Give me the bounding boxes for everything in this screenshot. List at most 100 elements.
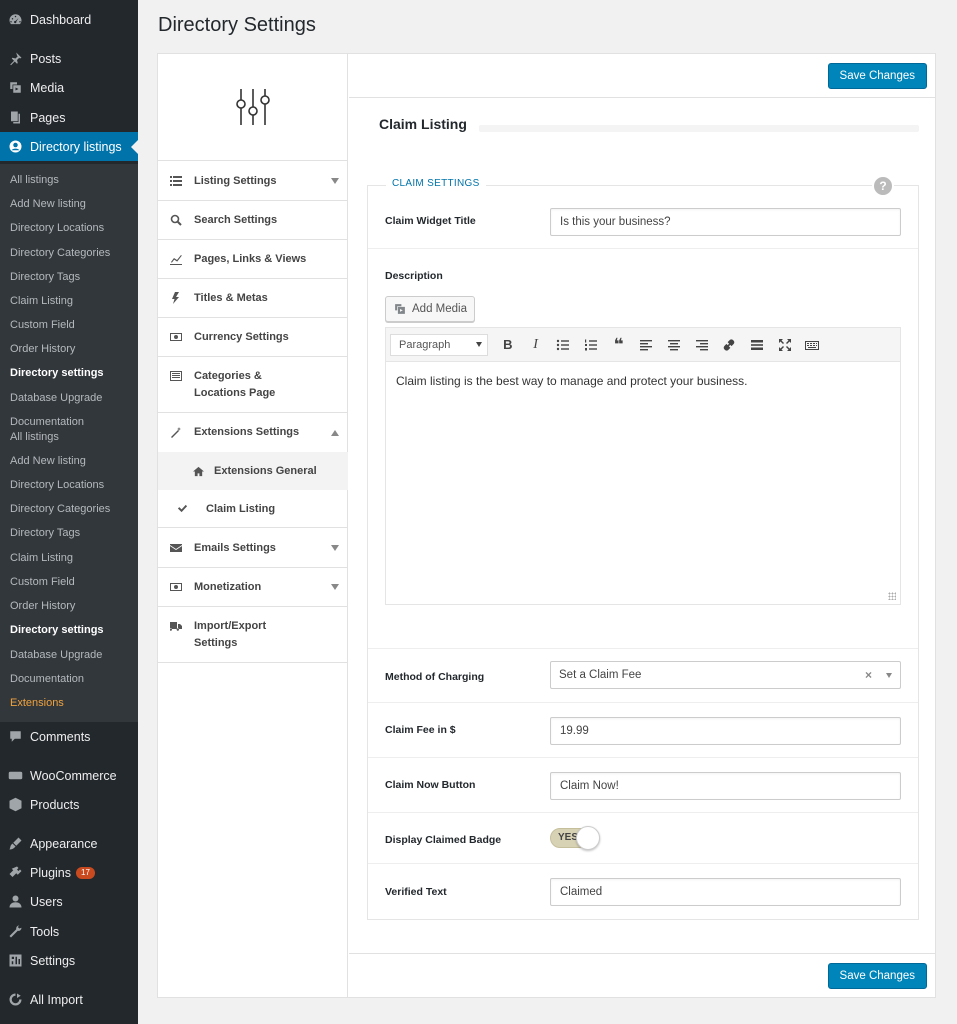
nav-pages-links-views[interactable]: Pages, Links & Views	[158, 240, 348, 279]
media-icon	[395, 304, 405, 314]
submenu-item[interactable]: Documentation	[10, 672, 84, 686]
toolbar-toggle-button[interactable]	[799, 334, 827, 356]
appearance-icon	[0, 836, 30, 851]
field-label: Claim Now Button	[385, 779, 476, 791]
settings-content: Save Changes Claim Listing CLAIM SETTING…	[349, 54, 935, 997]
menu-media[interactable]: Media	[0, 73, 138, 102]
nav-extensions-settings[interactable]: Extensions Settings	[158, 413, 348, 452]
clear-selection-icon[interactable]: ×	[865, 668, 872, 682]
field-label: Claim Fee in $	[385, 724, 456, 736]
nav-extensions-general[interactable]: Extensions General	[158, 452, 348, 490]
submenu-item[interactable]: Directory Categories	[10, 246, 110, 260]
submenu-item[interactable]: Directory Categories	[10, 502, 110, 516]
nav-listing-settings[interactable]: Listing Settings	[158, 162, 348, 201]
nav-categories-locations[interactable]: Categories & Locations Page	[158, 357, 348, 413]
woocommerce-icon	[0, 768, 30, 783]
submenu-item[interactable]: Database Upgrade	[10, 648, 102, 662]
nav-currency-settings[interactable]: Currency Settings	[158, 318, 348, 357]
nav-search-settings[interactable]: Search Settings	[158, 201, 348, 240]
italic-button[interactable]: I	[522, 334, 550, 356]
method-of-charging-select[interactable]: Set a Claim Fee ×	[550, 661, 901, 689]
field-label: Method of Charging	[385, 671, 485, 683]
claim-widget-title-input[interactable]	[550, 208, 901, 236]
submenu-item-current[interactable]: Directory settings	[10, 366, 104, 380]
toggle-label: YES	[558, 832, 579, 843]
nav-monetization[interactable]: Monetization	[158, 568, 348, 607]
menu-woocommerce[interactable]: WooCommerce	[0, 761, 138, 790]
keyboard-icon	[805, 340, 820, 350]
submenu-item[interactable]: All listings	[10, 173, 59, 187]
link-icon	[724, 339, 735, 350]
menu-users[interactable]: Users	[0, 887, 138, 916]
menu-all-import[interactable]: All Import	[0, 985, 138, 1014]
nav-claim-listing[interactable]: Claim Listing	[158, 490, 348, 528]
submenu-item[interactable]: Custom Field	[10, 575, 75, 589]
menu-directory-listings[interactable]: Directory listings	[0, 132, 138, 161]
horizontal-rule-icon	[751, 339, 764, 350]
submenu-item[interactable]: Add New listing	[10, 197, 86, 211]
editor-toolbar: Paragraph B I ❝	[386, 328, 900, 362]
settings-icon	[0, 953, 30, 968]
align-right-button[interactable]	[688, 334, 716, 356]
comments-icon	[0, 729, 30, 744]
submenu-item[interactable]: Directory Tags	[10, 526, 80, 540]
fullscreen-button[interactable]	[771, 334, 799, 356]
nav-titles-metas[interactable]: Titles & Metas	[158, 279, 348, 318]
align-center-button[interactable]	[660, 334, 688, 356]
submenu-item[interactable]: All listings	[10, 430, 59, 444]
bolt-icon	[158, 292, 194, 304]
menu-products[interactable]: Products	[0, 790, 138, 819]
menu-plugins[interactable]: Plugins 17	[0, 858, 138, 887]
nav-import-export[interactable]: Import/Export Settings	[158, 607, 348, 663]
format-select[interactable]: Paragraph	[390, 333, 488, 356]
menu-pages[interactable]: Pages	[0, 103, 138, 132]
resize-handle[interactable]	[888, 592, 896, 600]
save-changes-button-bottom[interactable]: Save Changes	[827, 963, 927, 989]
menu-appearance[interactable]: Appearance	[0, 829, 138, 858]
link-button[interactable]	[716, 334, 744, 356]
nav-emails-settings[interactable]: Emails Settings	[158, 529, 348, 568]
verified-text-input[interactable]	[550, 878, 901, 906]
read-more-button[interactable]	[743, 334, 771, 356]
submenu-item-extensions[interactable]: Extensions	[10, 696, 64, 710]
claim-now-button-input[interactable]	[550, 772, 901, 800]
save-changes-button-top[interactable]: Save Changes	[827, 63, 927, 89]
align-left-button[interactable]	[632, 334, 660, 356]
tools-icon	[0, 924, 30, 939]
submenu-item[interactable]: Directory Locations	[10, 221, 104, 235]
check-icon	[164, 503, 200, 514]
add-media-button[interactable]: Add Media	[385, 296, 475, 322]
submenu-item[interactable]: Directory Locations	[10, 478, 104, 492]
field-label: Claim Widget Title	[385, 215, 476, 227]
menu-dashboard[interactable]: Dashboard	[0, 5, 138, 34]
money-icon	[158, 331, 194, 343]
list-icon	[158, 175, 194, 187]
search-icon	[158, 214, 194, 226]
row-method-of-charging: Method of Charging Set a Claim Fee ×	[368, 649, 918, 703]
menu-posts[interactable]: Posts	[0, 44, 138, 73]
blockquote-button[interactable]: ❝	[605, 334, 633, 356]
settings-panel: Listing Settings Search Settings Pages, …	[157, 53, 936, 998]
claimed-badge-toggle[interactable]: YES	[550, 826, 602, 850]
submenu-item[interactable]: Documentation	[10, 415, 84, 429]
field-label: Verified Text	[385, 886, 447, 898]
submenu-item[interactable]: Claim Listing	[10, 294, 73, 308]
submenu-item[interactable]: Claim Listing	[10, 551, 73, 565]
pin-icon	[0, 51, 30, 66]
menu-tools[interactable]: Tools	[0, 917, 138, 946]
submenu-item[interactable]: Order History	[10, 342, 75, 356]
submenu-item[interactable]: Custom Field	[10, 318, 75, 332]
submenu-item-current[interactable]: Directory settings	[10, 623, 104, 637]
menu-comments[interactable]: Comments	[0, 722, 138, 751]
bold-button[interactable]: B	[494, 334, 522, 356]
submenu-item[interactable]: Database Upgrade	[10, 391, 102, 405]
menu-settings[interactable]: Settings	[0, 946, 138, 975]
submenu-item[interactable]: Add New listing	[10, 454, 86, 468]
claim-fee-input[interactable]	[550, 717, 901, 745]
numbered-list-button[interactable]	[577, 334, 605, 356]
submenu-item[interactable]: Order History	[10, 599, 75, 613]
submenu-item[interactable]: Directory Tags	[10, 270, 80, 284]
align-left-icon	[640, 339, 653, 350]
bullet-list-button[interactable]	[549, 334, 577, 356]
editor-content[interactable]: Claim listing is the best way to manage …	[396, 374, 748, 388]
